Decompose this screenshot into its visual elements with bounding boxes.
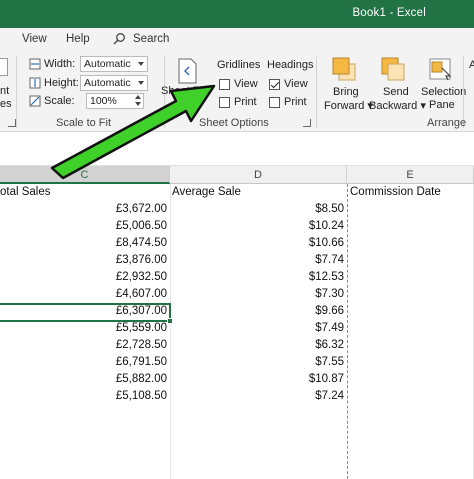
scale-spinner[interactable]: 100% (86, 93, 144, 109)
page-break-line (347, 184, 348, 479)
cell-average-sale[interactable]: $10.66 (170, 235, 347, 252)
cell-total-sales[interactable]: £5,882.00 (0, 371, 170, 388)
tab-view[interactable]: View (22, 33, 47, 45)
window-title: Book1 - Excel (352, 7, 426, 19)
width-value: Automatic (84, 58, 131, 70)
tab-help[interactable]: Help (66, 33, 90, 45)
sheet-right-to-left-icon[interactable] (176, 58, 198, 84)
height-dropdown[interactable]: Automatic (80, 75, 148, 91)
cell-average-sale[interactable]: $7.55 (170, 354, 347, 371)
send-backward-label-1[interactable]: Send (383, 86, 409, 98)
send-backward-label-2[interactable]: Backward ▾ (369, 99, 426, 112)
cell-header-c[interactable]: otal Sales (0, 184, 170, 201)
spin-up-icon[interactable] (135, 95, 141, 99)
width-icon (29, 58, 41, 70)
chevron-down-icon (138, 62, 144, 66)
cell-average-sale[interactable]: $7.30 (170, 286, 347, 303)
scale-to-fit-group-label: Scale to Fit (56, 117, 112, 129)
scale-value: 100% (90, 95, 117, 107)
cell-header-d[interactable]: Average Sale (172, 184, 347, 201)
fill-handle[interactable] (167, 318, 173, 324)
cell-average-sale[interactable]: $9.66 (170, 303, 347, 320)
cell-average-sale[interactable]: $10.24 (170, 218, 347, 235)
gridlines-title: Gridlines (217, 59, 261, 71)
height-icon (29, 77, 41, 89)
headings-view-label: View (284, 78, 308, 90)
worksheet-grid[interactable]: otal Sales Average Sale Commission Date … (0, 184, 474, 479)
title-bar: Book1 - Excel (0, 0, 474, 28)
sheet-options-launcher-icon[interactable] (303, 119, 311, 127)
cell-average-sale[interactable]: $10.87 (170, 371, 347, 388)
partial-icon-left (0, 58, 8, 76)
search-box[interactable]: Search (133, 33, 169, 45)
selection-pane-label-1[interactable]: Selection (421, 86, 466, 98)
column-header-d[interactable]: D (170, 166, 347, 184)
formula-bar-area[interactable] (0, 133, 474, 166)
cell-average-sale[interactable]: $7.49 (170, 320, 347, 337)
group-separator (316, 56, 317, 128)
sheet-options-group-label: Sheet Options (199, 117, 269, 129)
cell-average-sale[interactable]: $12.53 (170, 269, 347, 286)
column-header-e[interactable]: E (347, 166, 474, 184)
gridlines-print-label: Print (234, 96, 257, 108)
group-separator (16, 56, 17, 128)
cell-total-sales[interactable]: £3,672.00 (0, 201, 170, 218)
width-dropdown[interactable]: Automatic (80, 56, 148, 72)
bring-forward-label-2[interactable]: Forward ▾ (324, 99, 373, 112)
gridlines-print-checkbox[interactable] (219, 97, 230, 108)
search-icon[interactable] (112, 32, 126, 46)
cell-total-sales[interactable]: £2,932.50 (0, 269, 170, 286)
headings-view-checkbox[interactable] (269, 79, 280, 90)
cell-total-sales[interactable]: £2,728.50 (0, 337, 170, 354)
cell-total-sales[interactable]: £5,108.50 (0, 388, 170, 405)
ribbon-tabs: View Help Search (0, 28, 474, 52)
chevron-down-icon (138, 81, 144, 85)
bring-forward-label-1[interactable]: Bring (333, 86, 359, 98)
selected-cell-outline (0, 303, 171, 322)
headings-title: Headings (267, 59, 314, 71)
cell-total-sales[interactable]: £4,607.00 (0, 286, 170, 303)
width-label: Width: (44, 58, 76, 70)
column-header-c[interactable]: C (0, 166, 170, 184)
selection-pane-icon[interactable] (428, 56, 454, 82)
cell-header-e[interactable]: Commission Date (350, 184, 474, 201)
scale-icon (29, 95, 41, 107)
partial-label-left-1: nt (0, 85, 10, 97)
column-headers: C D E (0, 166, 474, 184)
cell-average-sale[interactable]: $7.24 (170, 388, 347, 405)
cell-total-sales[interactable]: £6,791.50 (0, 354, 170, 371)
bring-forward-icon[interactable] (331, 56, 357, 82)
cell-total-sales[interactable]: £5,559.00 (0, 320, 170, 337)
gridlines-view-checkbox[interactable] (219, 79, 230, 90)
selection-pane-label-2[interactable]: Pane (429, 99, 455, 111)
spin-down-icon[interactable] (135, 102, 141, 106)
scale-label: Scale: (44, 95, 75, 107)
ribbon: nt es Width: Automatic Height: Automatic… (0, 52, 474, 132)
headings-print-checkbox[interactable] (269, 97, 280, 108)
scale-to-fit-launcher-icon[interactable] (150, 119, 158, 127)
arrange-group-label: Arrange (427, 117, 467, 129)
page-setup-launcher-icon[interactable] (8, 119, 16, 127)
cell-total-sales[interactable]: £5,006.50 (0, 218, 170, 235)
cell-total-sales[interactable]: £8,474.50 (0, 235, 170, 252)
partial-align-button[interactable]: A (469, 59, 474, 71)
headings-print-label: Print (284, 96, 307, 108)
cell-total-sales[interactable]: £3,876.00 (0, 252, 170, 269)
cell-average-sale[interactable]: $8.50 (170, 201, 347, 218)
height-value: Automatic (84, 77, 131, 89)
gridlines-view-label: View (234, 78, 258, 90)
height-label: Height: (44, 77, 79, 89)
cell-average-sale[interactable]: $7.74 (170, 252, 347, 269)
sheet-right-to-left-button[interactable]: Sheet R (161, 85, 201, 97)
cell-average-sale[interactable]: $6.32 (170, 337, 347, 354)
send-backward-icon[interactable] (380, 56, 406, 82)
partial-label-left-2: es (0, 98, 12, 110)
